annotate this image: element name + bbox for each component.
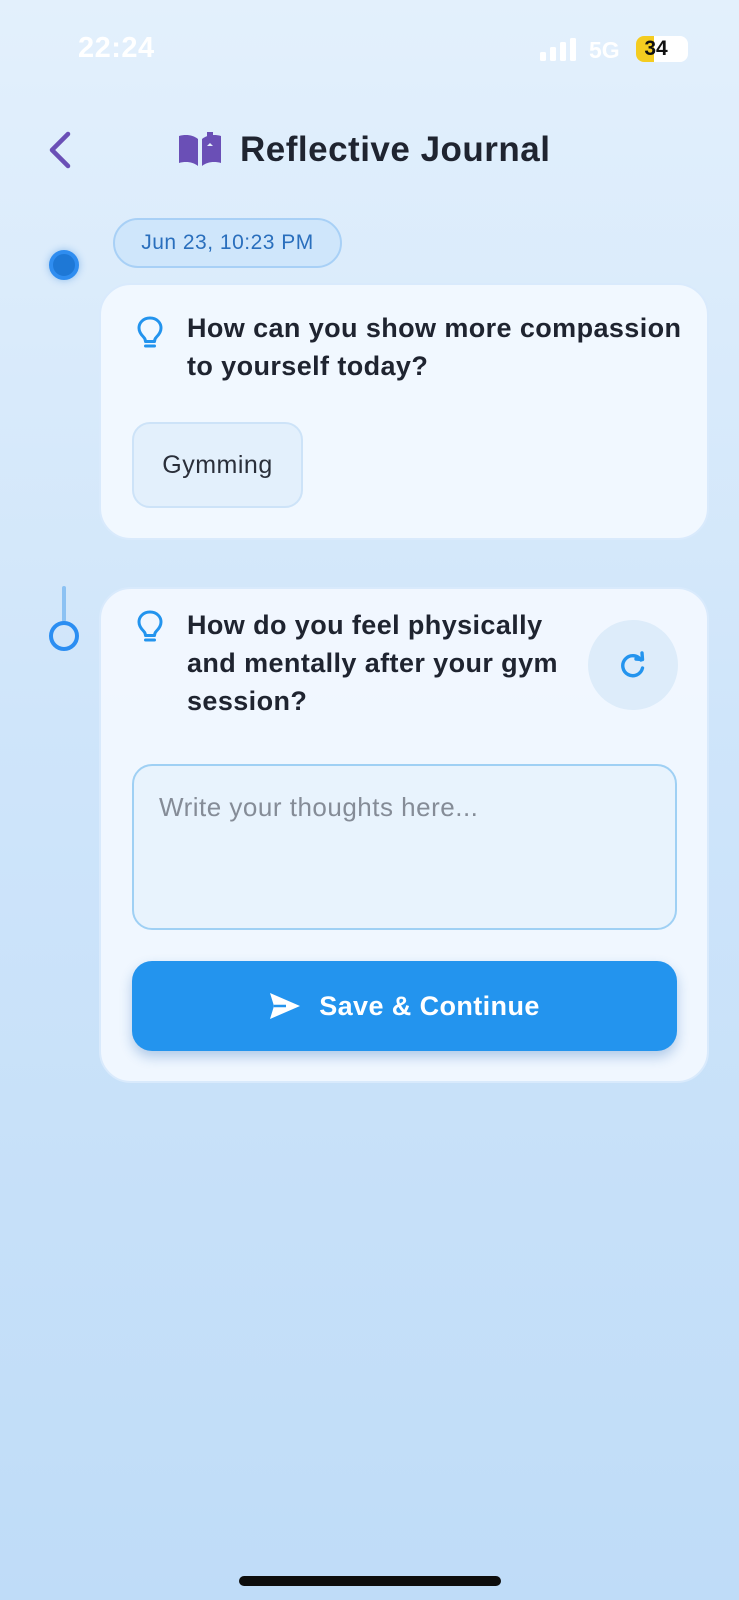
prompt-card-current: How do you feel physically and mentally … — [99, 587, 709, 1083]
timeline-connector — [62, 586, 66, 622]
back-button[interactable] — [44, 128, 80, 172]
answer-chip[interactable]: Gymming — [132, 422, 303, 508]
timeline-dot-current — [49, 621, 79, 651]
save-continue-label: Save & Continue — [319, 990, 540, 1021]
book-open-icon — [179, 132, 221, 166]
refresh-prompt-button[interactable] — [588, 620, 678, 710]
entry-date-chip: Jun 23, 10:23 PM — [113, 218, 342, 268]
prompt-question: How do you feel physically and mentally … — [187, 610, 558, 716]
status-bar: 22:24 5G 34 — [0, 0, 739, 100]
status-time: 22:24 — [78, 32, 155, 64]
home-indicator[interactable] — [239, 1576, 501, 1586]
prompt-question: How can you show more compassion to your… — [187, 313, 682, 381]
save-continue-button[interactable]: Save & Continue — [132, 961, 677, 1051]
lightbulb-icon — [137, 316, 163, 348]
thoughts-input[interactable] — [132, 764, 677, 930]
signal-icon — [540, 38, 576, 61]
timeline-dot-completed — [49, 250, 79, 280]
refresh-icon — [621, 651, 645, 678]
header: Reflective Journal — [178, 124, 551, 176]
page-title: Reflective Journal — [240, 130, 551, 169]
network-type: 5G — [589, 37, 620, 63]
battery-icon: 34 — [636, 36, 688, 62]
prompt-card-answered: How can you show more compassion to your… — [99, 283, 709, 540]
chevron-left-icon — [49, 131, 71, 169]
lightbulb-icon — [137, 610, 163, 642]
send-icon — [270, 993, 301, 1019]
battery-level: 34 — [644, 37, 668, 60]
